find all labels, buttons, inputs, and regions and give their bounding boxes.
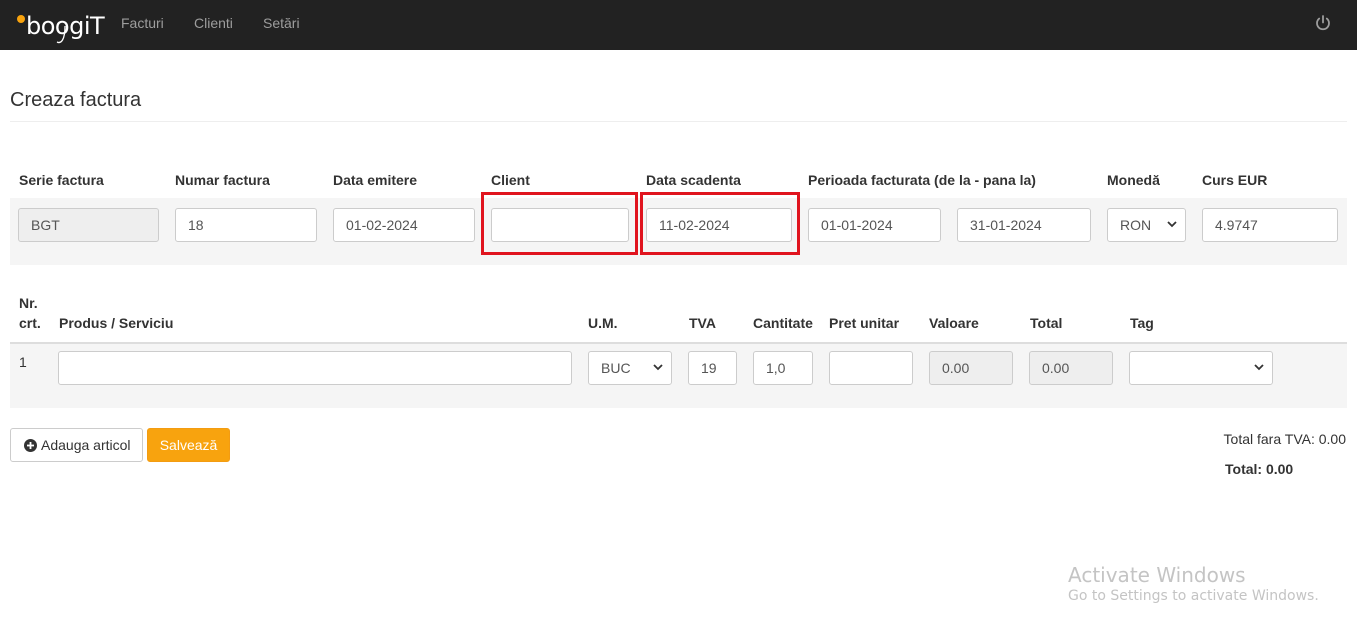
moneda-select[interactable]: RON — [1107, 208, 1186, 242]
tva-input[interactable]: 19 — [688, 351, 737, 385]
header-nr: Nr. — [19, 295, 38, 311]
brand-name: boogiT — [26, 12, 105, 40]
save-button[interactable]: Salvează — [147, 428, 230, 462]
label-data-scadenta: Data scadenta — [646, 172, 741, 188]
header-produs-serviciu: Produs / Serviciu — [59, 315, 174, 331]
perioada-pana-la-input[interactable]: 31-01-2024 — [957, 208, 1091, 242]
total-fara-tva: Total fara TVA: 0.00 — [1223, 431, 1346, 447]
label-curs-eur: Curs EUR — [1202, 172, 1268, 188]
header-cantitate: Cantitate — [753, 315, 813, 331]
label-serie-factura: Serie factura — [19, 172, 104, 188]
activate-windows-subtitle: Go to Settings to activate Windows. — [1068, 588, 1319, 604]
title-divider — [10, 121, 1347, 122]
data-scadenta-highlight-box — [640, 192, 800, 255]
header-tva: TVA — [689, 315, 716, 331]
page-title: Creaza factura — [10, 89, 142, 111]
header-valoare: Valoare — [929, 315, 979, 331]
um-select-value: BUC — [601, 360, 631, 376]
add-article-label: Adauga articol — [41, 437, 131, 453]
plus-circle-icon — [24, 439, 37, 452]
label-client: Client — [491, 172, 530, 188]
chevron-down-icon — [1254, 364, 1264, 371]
header-tag: Tag — [1130, 315, 1154, 331]
add-article-button[interactable]: Adauga articol — [10, 428, 143, 462]
total-amount: Total: 0.00 — [1225, 461, 1294, 477]
activate-windows-title: Activate Windows — [1068, 563, 1246, 587]
numar-factura-input[interactable]: 18 — [175, 208, 317, 242]
valoare-field: 0.00 — [929, 351, 1013, 385]
label-moneda: Monedă — [1107, 172, 1160, 188]
nav-link-setari[interactable]: Setări — [263, 15, 300, 31]
row-number: 1 — [19, 354, 27, 370]
chevron-down-icon — [653, 364, 663, 371]
serie-factura-input[interactable]: BGT — [18, 208, 159, 242]
header-total: Total — [1030, 315, 1063, 331]
navbar: boogiT Facturi Clienti Setări — [0, 0, 1357, 50]
curs-eur-input[interactable]: 4.9747 — [1202, 208, 1338, 242]
label-perioada-facturata: Perioada facturata (de la - pana la) — [808, 172, 1036, 188]
um-select[interactable]: BUC — [588, 351, 672, 385]
client-highlight-box — [481, 192, 638, 255]
nav-link-facturi[interactable]: Facturi — [121, 15, 164, 31]
perioada-de-la-input[interactable]: 01-01-2024 — [808, 208, 941, 242]
header-crt: crt. — [19, 315, 41, 331]
tag-select[interactable] — [1129, 351, 1273, 385]
brand-logo[interactable]: boogiT — [17, 4, 105, 44]
pret-unitar-input[interactable] — [829, 351, 913, 385]
total-field: 0.00 — [1029, 351, 1113, 385]
produs-serviciu-input[interactable] — [58, 351, 572, 385]
header-pret-unitar: Pret unitar — [829, 315, 900, 331]
label-data-emitere: Data emitere — [333, 172, 418, 188]
moneda-select-value: RON — [1120, 217, 1152, 233]
header-um: U.M. — [588, 315, 618, 331]
nav-link-clienti[interactable]: Clienti — [194, 15, 233, 31]
power-icon[interactable] — [1314, 14, 1332, 32]
cantitate-input[interactable]: 1,0 — [753, 351, 813, 385]
chevron-down-icon — [1167, 221, 1177, 228]
data-emitere-input[interactable]: 01-02-2024 — [333, 208, 475, 242]
label-numar-factura: Numar factura — [175, 172, 270, 188]
